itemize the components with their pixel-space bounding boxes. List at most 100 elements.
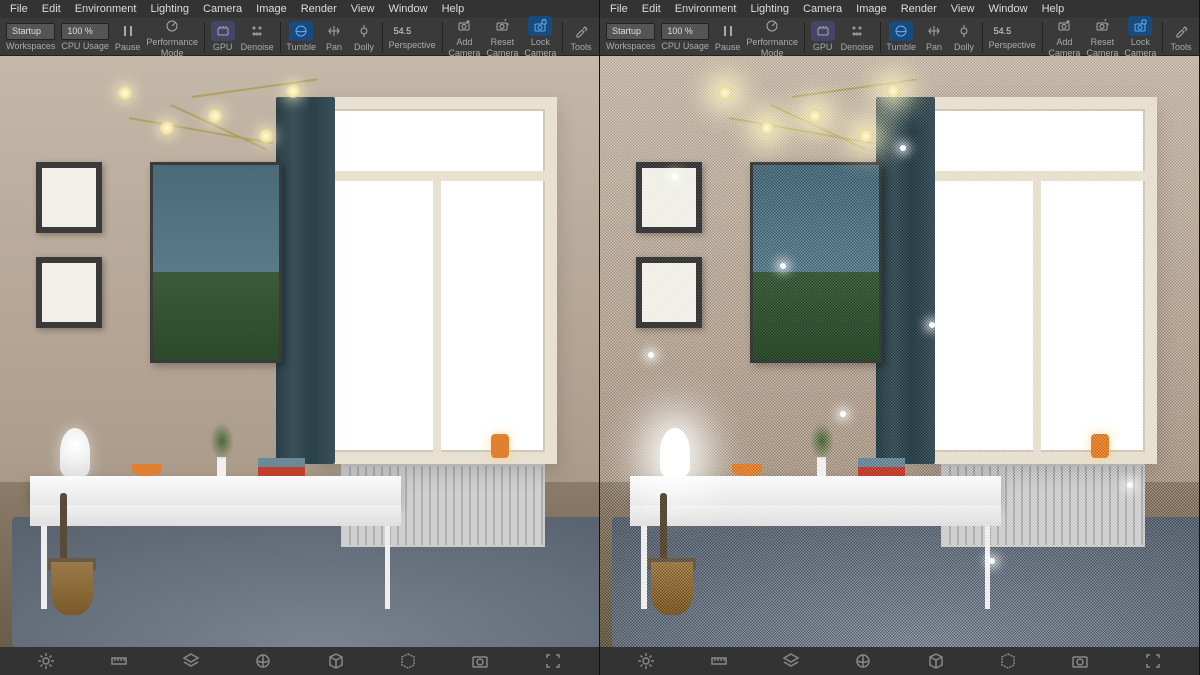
- denoise-icon[interactable]: [245, 21, 269, 41]
- fullscreen-icon[interactable]: [542, 650, 564, 672]
- viewport-panel-left: File Edit Environment Lighting Camera Im…: [0, 0, 600, 675]
- zoom-input[interactable]: 100 %: [61, 23, 109, 40]
- scene-lamp: [60, 428, 90, 475]
- menu-edit[interactable]: Edit: [636, 1, 667, 17]
- lens-value[interactable]: 54.5: [389, 24, 436, 39]
- snapshot-icon[interactable]: [469, 650, 491, 672]
- divider: [982, 22, 983, 52]
- divider: [804, 22, 805, 52]
- viewport-panel-right: File Edit Environment Lighting Camera Im…: [600, 0, 1200, 675]
- startup-dropdown[interactable]: Startup: [606, 23, 655, 40]
- menu-image[interactable]: Image: [250, 1, 293, 17]
- scene-frame: [36, 162, 102, 233]
- pause-icon[interactable]: [716, 21, 740, 41]
- scene-window: [317, 97, 557, 463]
- denoise-label: Denoise: [241, 42, 274, 52]
- reset-camera-icon[interactable]: [490, 16, 514, 36]
- settings-icon[interactable]: [635, 650, 657, 672]
- menu-render[interactable]: Render: [895, 1, 943, 17]
- add-camera-label-1: Add: [456, 37, 472, 47]
- zoom-input[interactable]: 100 %: [661, 23, 709, 40]
- startup-dropdown[interactable]: Startup: [6, 23, 55, 40]
- add-camera-icon[interactable]: [452, 16, 476, 36]
- render-viewport-clean[interactable]: [0, 56, 599, 647]
- menu-image[interactable]: Image: [850, 1, 893, 17]
- pause-label: Pause: [715, 42, 741, 52]
- gpu-icon[interactable]: [211, 21, 235, 41]
- gpu-label: GPU: [813, 42, 833, 52]
- tools-icon[interactable]: [1169, 21, 1193, 41]
- toolbar: Startup Workspaces 100 % CPU Usage Pause…: [0, 18, 599, 56]
- menu-file[interactable]: File: [4, 1, 34, 17]
- workspaces-label: Workspaces: [606, 41, 655, 51]
- lock-camera-icon[interactable]: [528, 16, 552, 36]
- pause-icon[interactable]: [116, 21, 140, 41]
- tools-icon[interactable]: [569, 21, 593, 41]
- menu-render[interactable]: Render: [295, 1, 343, 17]
- gpu-label: GPU: [213, 42, 233, 52]
- scene-painting: [150, 162, 282, 363]
- pan-icon[interactable]: [922, 21, 946, 41]
- settings-icon[interactable]: [35, 650, 57, 672]
- ruler-icon[interactable]: [708, 650, 730, 672]
- tumble-label: Tumble: [286, 42, 316, 52]
- wireframe-icon[interactable]: [397, 650, 419, 672]
- dolly-icon[interactable]: [952, 21, 976, 41]
- dolly-label: Dolly: [354, 42, 374, 52]
- lock-camera-label-1: Lock: [531, 37, 550, 47]
- tumble-label: Tumble: [886, 42, 916, 52]
- menu-view[interactable]: View: [345, 1, 381, 17]
- reset-camera-label-1: Reset: [491, 37, 515, 47]
- divider: [880, 22, 881, 52]
- layers-icon[interactable]: [780, 650, 802, 672]
- denoise-icon[interactable]: [845, 21, 869, 41]
- performance-icon[interactable]: [760, 16, 784, 36]
- scene-frame: [36, 257, 102, 328]
- add-camera-icon[interactable]: [1052, 16, 1076, 36]
- menu-camera[interactable]: Camera: [197, 1, 248, 17]
- tumble-icon[interactable]: [289, 21, 313, 41]
- scene-chair: [48, 493, 108, 611]
- dolly-label: Dolly: [954, 42, 974, 52]
- menu-edit[interactable]: Edit: [36, 1, 67, 17]
- pan-label: Pan: [926, 42, 942, 52]
- menu-window[interactable]: Window: [982, 1, 1033, 17]
- reset-camera-label-1: Reset: [1091, 37, 1115, 47]
- layers-icon[interactable]: [180, 650, 202, 672]
- fullscreen-icon[interactable]: [1142, 650, 1164, 672]
- perspective-label: Perspective: [389, 40, 436, 50]
- lens-value[interactable]: 54.5: [989, 24, 1036, 39]
- dolly-icon[interactable]: [352, 21, 376, 41]
- pause-label: Pause: [115, 42, 141, 52]
- texture-icon[interactable]: [852, 650, 874, 672]
- menu-window[interactable]: Window: [382, 1, 433, 17]
- toolbar: Startup Workspaces 100 % CPU Usage Pause…: [600, 18, 1199, 56]
- pan-icon[interactable]: [322, 21, 346, 41]
- performance-icon[interactable]: [160, 16, 184, 36]
- texture-icon[interactable]: [252, 650, 274, 672]
- bottom-toolbar: [600, 647, 1199, 675]
- divider: [280, 22, 281, 52]
- wireframe-icon[interactable]: [997, 650, 1019, 672]
- cpu-usage-label: CPU Usage: [61, 41, 109, 51]
- performance-label-1: Performance: [746, 37, 798, 47]
- menu-camera[interactable]: Camera: [797, 1, 848, 17]
- tools-label: Tools: [571, 42, 592, 52]
- reset-camera-icon[interactable]: [1090, 16, 1114, 36]
- menu-view[interactable]: View: [945, 1, 981, 17]
- perspective-label: Perspective: [989, 40, 1036, 50]
- lock-camera-icon[interactable]: [1128, 16, 1152, 36]
- menu-environment[interactable]: Environment: [69, 1, 143, 17]
- divider: [562, 22, 563, 52]
- ruler-icon[interactable]: [108, 650, 130, 672]
- cube-icon[interactable]: [325, 650, 347, 672]
- menu-file[interactable]: File: [604, 1, 634, 17]
- snapshot-icon[interactable]: [1069, 650, 1091, 672]
- menu-environment[interactable]: Environment: [669, 1, 743, 17]
- render-noise-overlay: [600, 56, 1199, 647]
- render-viewport-noisy[interactable]: [600, 56, 1199, 647]
- tumble-icon[interactable]: [889, 21, 913, 41]
- divider: [1162, 22, 1163, 52]
- gpu-icon[interactable]: [811, 21, 835, 41]
- cube-icon[interactable]: [925, 650, 947, 672]
